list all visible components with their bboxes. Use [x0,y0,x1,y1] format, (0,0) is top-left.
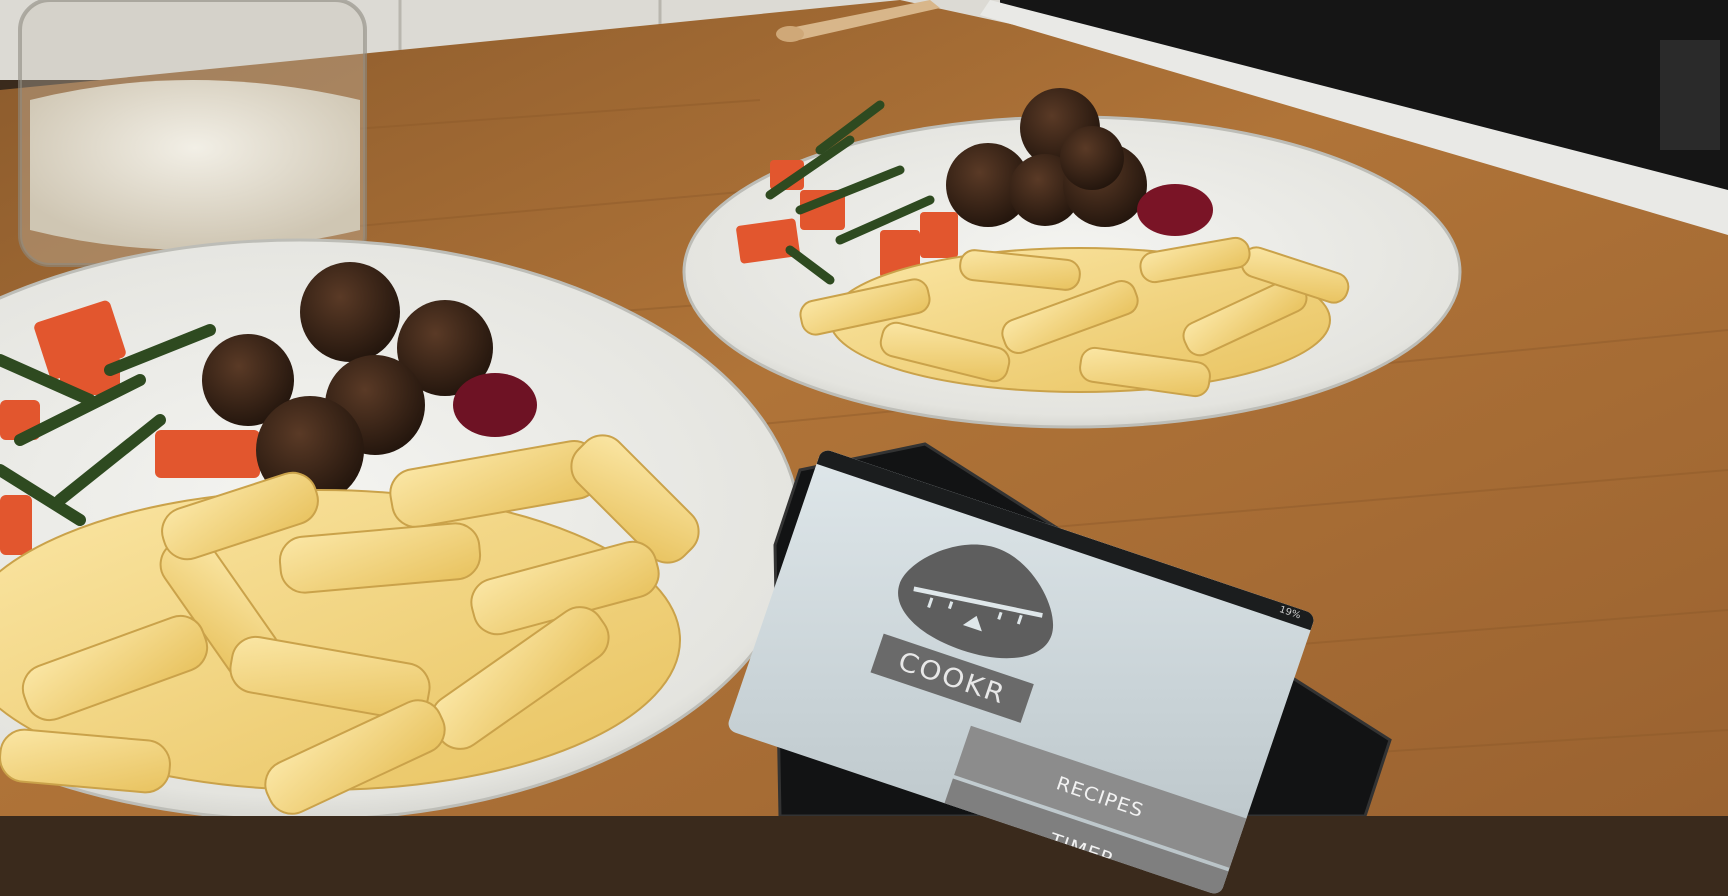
rice-jar [18,0,367,267]
